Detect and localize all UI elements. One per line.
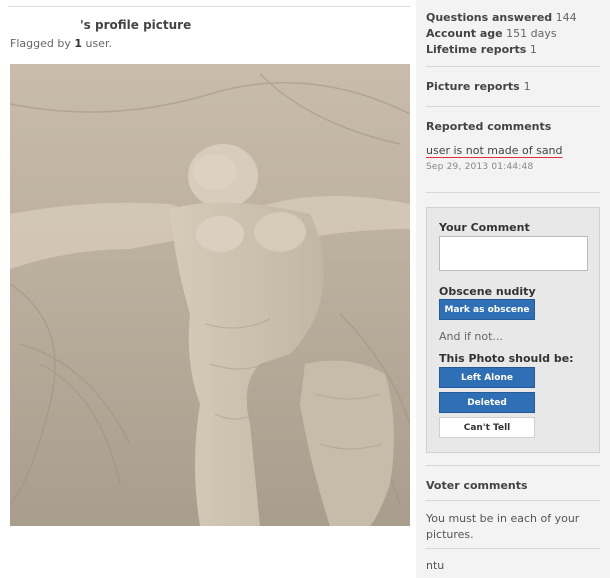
obscene-nudity-label: Obscene nudity [439,285,536,298]
reported-comment-text: user is not made of sand [426,144,563,157]
reported-comment-timestamp: Sep 29, 2013 01:44:48 [426,162,534,172]
photo-should-be-label: This Photo should be: [439,352,574,365]
picture-reports-value: 1 [523,80,531,93]
questions-answered-label: Questions answered [426,11,553,24]
account-age-value: 151 days [506,27,557,40]
divider [426,500,600,501]
divider [426,192,600,193]
divider [426,66,600,67]
questions-answered-row: Questions answered 144 [426,10,577,26]
flagged-prefix: Flagged by [10,37,71,50]
sand-sculpture-image [10,64,410,526]
and-if-not-text: And if not... [439,330,503,343]
questions-answered-value: 144 [555,11,577,24]
account-age-row: Account age 151 days [426,26,577,42]
voter-comment: ntu [426,559,445,572]
divider [426,548,600,549]
comment-textarea[interactable] [439,236,588,271]
divider [426,106,600,107]
deleted-button[interactable]: Deleted [439,392,535,413]
flagged-info: Flagged by 1 user. [10,37,112,50]
lifetime-reports-value: 1 [529,43,537,56]
account-stats: Questions answered 144 Account age 151 d… [426,10,577,58]
flagged-suffix: user. [85,37,112,50]
top-divider [8,6,410,7]
voter-comments-title: Voter comments [426,479,528,492]
flagged-count: 1 [74,37,82,50]
account-age-label: Account age [426,27,503,40]
lifetime-reports-row: Lifetime reports 1 [426,42,577,58]
voter-comment: You must be in each of your pictures. [426,512,580,541]
reported-comments-title: Reported comments [426,120,552,133]
review-panel: Your Comment Obscene nudity Mark as obsc… [426,207,600,453]
moderation-sidebar: Questions answered 144 Account age 151 d… [416,0,610,578]
left-alone-button[interactable]: Left Alone [439,367,535,388]
profile-photo [10,64,410,526]
picture-reports: Picture reports 1 [426,80,531,93]
cant-tell-button[interactable]: Can't Tell [439,417,535,438]
divider [426,465,600,466]
mark-as-obscene-button[interactable]: Mark as obscene [439,299,535,320]
picture-reports-label: Picture reports [426,80,520,93]
profile-picture-title: 's profile picture [80,18,192,32]
lifetime-reports-label: Lifetime reports [426,43,527,56]
your-comment-label: Your Comment [439,221,530,234]
